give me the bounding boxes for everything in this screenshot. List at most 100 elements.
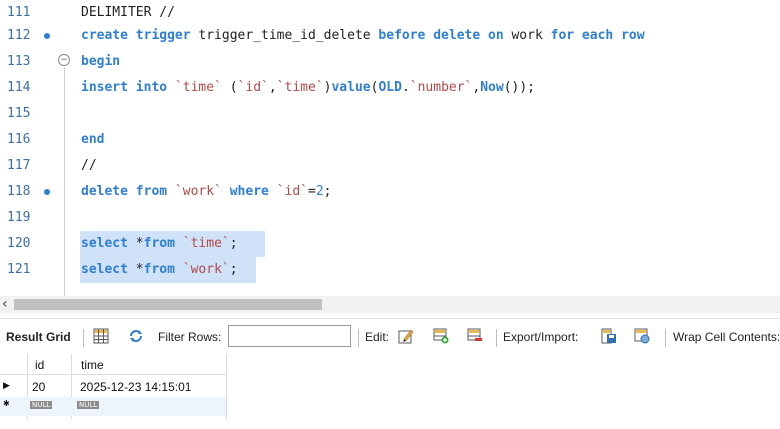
code-text[interactable]: create trigger trigger_time_id_delete be… — [81, 28, 645, 43]
toolbar-separator — [496, 329, 497, 347]
horizontal-scrollbar[interactable]: ‹ — [0, 296, 780, 313]
line-number: 118 — [7, 184, 31, 199]
grid-header-row — [0, 354, 226, 375]
line-number: 112 — [7, 28, 31, 43]
code-token: * — [135, 262, 144, 277]
current-row-marker-icon: ▶ — [3, 380, 10, 390]
line-number: 114 — [7, 80, 31, 95]
result-grid: id time ▶ 20 2025-12-23 14:15:01 ✱ NULL … — [0, 354, 780, 429]
result-toolbar: Result Grid Filter Rows: Edit: Export/Im… — [0, 318, 780, 355]
code-token: `number` — [409, 80, 473, 95]
code-token: . — [401, 80, 410, 95]
grid-column-divider — [226, 354, 227, 419]
table-row[interactable]: ✱ NULL NULL — [0, 397, 226, 416]
code-token: 2 — [315, 184, 324, 199]
toolbar-separator — [665, 329, 666, 347]
code-line[interactable]: 115 — [0, 101, 780, 127]
code-token: trigger_time_id_delete — [198, 28, 379, 43]
statement-marker-icon — [44, 189, 50, 195]
sql-editor[interactable]: 111 DELIMITER // 112 create trigger trigger… — [0, 0, 780, 296]
code-token: `time` — [174, 80, 222, 95]
code-token: end — [81, 132, 105, 147]
code-line[interactable]: 112 create trigger trigger_time_id_delete… — [0, 23, 780, 49]
column-header-id[interactable]: id — [35, 358, 44, 372]
code-text[interactable]: delete from `work` where `id`=2; — [81, 184, 331, 199]
code-line[interactable]: 116 end — [0, 127, 780, 153]
export-import-label: Export/Import: — [503, 330, 579, 344]
scroll-left-arrow-icon[interactable]: ‹ — [2, 296, 8, 312]
null-badge[interactable]: NULL — [77, 401, 100, 409]
code-token: before delete on — [378, 28, 512, 43]
filter-rows-input[interactable] — [228, 325, 351, 347]
line-number: 117 — [7, 158, 31, 173]
scrollbar-thumb[interactable] — [14, 299, 322, 310]
code-token: OLD — [378, 80, 402, 95]
code-text[interactable]: select *from `time`; — [81, 236, 238, 251]
code-token: `work` — [174, 184, 222, 199]
toolbar-separator — [358, 329, 359, 347]
code-line[interactable]: 120 select *from `time`; — [0, 231, 780, 257]
line-number: 113 — [7, 54, 31, 69]
refresh-icon[interactable] — [128, 328, 144, 344]
code-token: `id` — [237, 80, 269, 95]
toolbar-separator — [83, 329, 84, 347]
code-text[interactable]: DELIMITER // — [81, 5, 175, 20]
code-token: work — [511, 28, 551, 43]
line-number: 120 — [7, 236, 31, 251]
line-number: 119 — [7, 210, 31, 225]
code-text[interactable]: begin — [81, 54, 120, 69]
table-row[interactable]: ▶ 20 2025-12-23 14:15:01 — [0, 378, 226, 397]
code-text[interactable]: insert into `time` (`id`,`time`)value(OL… — [81, 80, 535, 95]
code-token: ; — [229, 262, 238, 277]
code-token: delete from — [81, 184, 175, 199]
import-icon[interactable] — [634, 328, 650, 344]
code-token: from — [143, 236, 183, 251]
code-text[interactable]: select *from `work`; — [81, 262, 238, 277]
code-token: `time` — [182, 236, 230, 251]
code-line[interactable]: 117 // — [0, 153, 780, 179]
line-number: 121 — [7, 262, 31, 277]
code-token: for each row — [550, 28, 645, 43]
code-text[interactable]: // — [81, 158, 97, 173]
fold-toggle-icon[interactable]: − — [58, 54, 70, 66]
code-token: = — [308, 184, 316, 199]
code-token: create trigger — [81, 28, 199, 43]
column-header-time[interactable]: time — [81, 358, 104, 372]
code-token: insert into — [81, 80, 175, 95]
code-token: ( — [221, 80, 238, 95]
code-token: begin — [81, 54, 121, 69]
export-icon[interactable] — [601, 328, 617, 344]
wrap-cell-contents-label[interactable]: Wrap Cell Contents: — [673, 330, 780, 344]
cell-time[interactable]: 2025-12-23 14:15:01 — [80, 380, 191, 394]
filter-rows-label: Filter Rows: — [158, 330, 222, 344]
code-text[interactable]: end — [81, 132, 104, 147]
code-token: // — [81, 158, 97, 173]
code-line[interactable]: 113 − begin — [0, 49, 780, 75]
grid-view-icon[interactable] — [93, 328, 109, 344]
code-token: select — [81, 236, 136, 251]
result-grid-label[interactable]: Result Grid — [6, 330, 71, 344]
code-token: DELIMITER // — [81, 5, 175, 20]
code-token: value — [331, 80, 371, 95]
code-line[interactable]: 118 delete from `work` where `id`=2; — [0, 179, 780, 205]
code-line[interactable]: 114 insert into `time` (`id`,`time`)value… — [0, 75, 780, 101]
code-token: from — [143, 262, 183, 277]
code-token: ()); — [503, 80, 536, 95]
code-token: * — [135, 236, 144, 251]
code-token: `time` — [276, 80, 324, 95]
code-token: `id` — [276, 184, 308, 199]
new-row-marker-icon: ✱ — [3, 399, 10, 408]
code-token: where — [221, 184, 277, 199]
code-token: , — [268, 80, 277, 95]
add-row-icon[interactable] — [433, 328, 449, 344]
edit-pencil-icon[interactable] — [398, 328, 414, 344]
statement-marker-icon — [44, 33, 50, 39]
code-token: `work` — [182, 262, 230, 277]
code-line[interactable]: 121 select *from `work`; — [0, 257, 780, 283]
delete-row-icon[interactable] — [467, 328, 483, 344]
edit-label: Edit: — [365, 330, 390, 344]
code-line[interactable]: 119 — [0, 205, 780, 231]
null-badge[interactable]: NULL — [30, 401, 53, 409]
code-token: ; — [323, 184, 332, 199]
cell-id[interactable]: 20 — [32, 380, 45, 394]
